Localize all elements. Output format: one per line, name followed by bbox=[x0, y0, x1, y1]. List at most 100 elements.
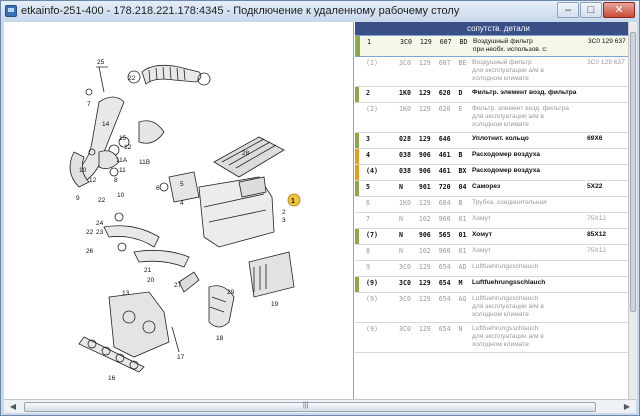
part-description-line: Хомут bbox=[472, 247, 491, 254]
window-controls: – □ ✕ bbox=[557, 2, 635, 18]
part-number: 3C0 129 654 AG bbox=[399, 295, 467, 303]
part-note: 75X12 bbox=[587, 215, 607, 222]
part-position: 9 bbox=[366, 263, 370, 271]
scroll-left-arrow-icon[interactable]: ◀ bbox=[6, 401, 20, 413]
diagram-label-13: 13 bbox=[122, 290, 130, 297]
part-description-line: для эксплуатации а/м в bbox=[472, 333, 544, 340]
part-position: 7 bbox=[366, 215, 370, 223]
diagram-label-14: 14 bbox=[102, 121, 110, 128]
row-status-marker bbox=[356, 36, 360, 56]
part-description-line: Расходомер воздуха bbox=[472, 151, 541, 158]
part-position: (7) bbox=[366, 231, 378, 239]
diagram-label-10b: 10 bbox=[117, 192, 125, 199]
part-number: 3C0 129 607 BE bbox=[399, 59, 467, 67]
parts-row[interactable]: 6 1K0 129 684 B Трубка, соединительная bbox=[355, 197, 631, 213]
diagram-label-22c: 22 bbox=[86, 229, 94, 236]
parts-row[interactable]: 7 N 102 960 01 Хомут 75X12 bbox=[355, 213, 631, 229]
part-note: 69X6 bbox=[587, 135, 603, 142]
part-description-line: при необх. использов. с: bbox=[473, 46, 548, 53]
callout-marker-label: 1 bbox=[291, 198, 295, 205]
diagram-label-11: 11 bbox=[119, 167, 126, 174]
diagram-label-16: 16 bbox=[108, 375, 116, 382]
part-number: N 906 565 01 bbox=[399, 231, 467, 239]
part-number: 3C0 129 607 BD bbox=[400, 38, 468, 46]
parts-row[interactable]: (9) 3C0 129 654 AG Luftfuehrungsschlauch дл… bbox=[355, 293, 631, 323]
scrollbar-grip: ||| bbox=[303, 402, 309, 409]
part-description: Расходомер воздуха bbox=[472, 167, 582, 175]
part-number: 3C0 129 654 N bbox=[399, 325, 463, 333]
part-description-line: холодном климате bbox=[472, 121, 529, 128]
parts-row[interactable]: 5 N 901 720 04 Саморез 5X22 bbox=[355, 181, 631, 197]
parts-table-rows: 1 3C0 129 607 BD Воздушный фильтр при необх… bbox=[355, 35, 631, 353]
diagram-label-29: 29 bbox=[227, 289, 235, 296]
part-description: Воздушный фильтр при необх. использов. с: bbox=[473, 38, 583, 54]
part-description-line: Уплотнит. кольцо bbox=[472, 135, 529, 142]
part-description-line: для эксплуатации а/м в bbox=[472, 303, 544, 310]
part-description: Расходомер воздуха bbox=[472, 151, 582, 159]
parts-row[interactable]: (9) 3C0 129 654 N Luftfuehrungsschlauch для… bbox=[355, 323, 631, 353]
diagram-label-26: 26 bbox=[86, 248, 94, 255]
remote-desktop-icon bbox=[5, 5, 17, 17]
parts-row[interactable]: 8 N 102 960 01 Хомут 75X12 bbox=[355, 245, 631, 261]
part-position: (2) bbox=[366, 105, 378, 113]
parts-row[interactable]: (7) N 906 565 01 Хомут 85X12 bbox=[355, 229, 631, 245]
part-description-line: Luftfuehrungsschlauch bbox=[472, 325, 539, 332]
diagram-label-2: 2 bbox=[282, 209, 286, 216]
part-description-line: Luftfuehrungsschlauch bbox=[472, 263, 539, 270]
part-position: 5 bbox=[366, 183, 370, 191]
diagram-label-10: 10 bbox=[79, 167, 87, 174]
part-description: Luftfuehrungsschlauch для эксплуатации а/… bbox=[472, 295, 582, 319]
diagram-label-23: 23 bbox=[96, 229, 104, 236]
diagram-label-27: 27 bbox=[174, 282, 182, 289]
part-description-line: Трубка, соединительная bbox=[472, 199, 547, 206]
parts-row[interactable]: (1) 3C0 129 607 BE Воздушный фильтр для экс… bbox=[355, 57, 631, 87]
minimize-button[interactable]: – bbox=[557, 2, 579, 18]
parts-diagram[interactable]: 25 22 7 14 15 12 11A 11B 10 12 11 8 9 22… bbox=[4, 22, 354, 399]
vertical-scrollbar[interactable] bbox=[628, 22, 637, 399]
parts-row[interactable]: 9 3C0 129 654 AD Luftfuehrungsschlauch bbox=[355, 261, 631, 277]
parts-row[interactable]: 2 1K0 129 620 D Фильтр. элемент возд. филь… bbox=[355, 87, 631, 103]
part-description-line: холодном климате bbox=[472, 75, 529, 82]
close-button[interactable]: ✕ bbox=[603, 2, 635, 18]
part-number: N 901 720 04 bbox=[399, 183, 467, 191]
diagram-label-24: 24 bbox=[96, 220, 104, 227]
part-number: 028 129 646 bbox=[399, 135, 451, 143]
part-description-line: Luftfuehrungsschlauch bbox=[472, 279, 546, 286]
part-description-line: Саморез bbox=[472, 183, 501, 190]
parts-row[interactable]: (9) 3C0 129 654 M Luftfuehrungsschlauch bbox=[355, 277, 631, 293]
part-position: 3 bbox=[366, 135, 370, 143]
horizontal-scrollbar-thumb[interactable] bbox=[24, 402, 596, 412]
part-note: 3C0 129 637 bbox=[588, 38, 626, 45]
part-number: 3C0 129 654 AD bbox=[399, 263, 467, 271]
part-description-line: Luftfuehrungsschlauch bbox=[472, 295, 539, 302]
part-description: Хомут bbox=[472, 247, 582, 255]
diagram-label-20: 20 bbox=[147, 277, 155, 284]
row-status-marker bbox=[355, 87, 359, 102]
part-description: Luftfuehrungsschlauch bbox=[472, 279, 582, 287]
part-description-line: Хомут bbox=[472, 215, 491, 222]
parts-row[interactable]: 1 3C0 129 607 BD Воздушный фильтр при необх… bbox=[355, 35, 631, 57]
remote-session-content: 25 22 7 14 15 12 11A 11B 10 12 11 8 9 22… bbox=[4, 22, 636, 399]
part-number: 038 906 461 BX bbox=[399, 167, 467, 175]
diagram-label-6: 6 bbox=[156, 185, 160, 192]
title-bar[interactable]: etkainfo-251-400 - 178.218.221.178:4345 … bbox=[1, 1, 639, 21]
part-description-line: для эксплуатации а/м в bbox=[472, 67, 544, 74]
part-position: 8 bbox=[366, 247, 370, 255]
diagram-label-8: 8 bbox=[114, 177, 118, 184]
part-position: (9) bbox=[366, 325, 378, 333]
part-number: 3C0 129 654 M bbox=[399, 279, 463, 287]
diagram-label-12: 12 bbox=[124, 144, 132, 151]
maximize-button[interactable]: □ bbox=[580, 2, 602, 18]
part-number: N 102 960 01 bbox=[399, 215, 467, 223]
row-status-marker bbox=[355, 277, 359, 292]
part-number: 1K0 129 620 D bbox=[399, 89, 463, 97]
parts-row[interactable]: (4) 038 906 461 BX Расходомер воздуха bbox=[355, 165, 631, 181]
part-description: Фильтр. элемент возд. фильтра для эксплуа… bbox=[472, 105, 582, 129]
vertical-scrollbar-thumb[interactable] bbox=[630, 32, 636, 312]
parts-row[interactable]: (2) 1K0 129 620 E Фильтр. элемент возд. фи… bbox=[355, 103, 631, 133]
parts-row[interactable]: 4 038 906 461 B Расходомер воздуха bbox=[355, 149, 631, 165]
parts-row[interactable]: 3 028 129 646 Уплотнит. кольцо 69X6 bbox=[355, 133, 631, 149]
horizontal-scrollbar[interactable]: ◀ ||| ▶ bbox=[4, 399, 636, 413]
scroll-right-arrow-icon[interactable]: ▶ bbox=[620, 401, 634, 413]
part-description-line: для эксплуатации а/м в bbox=[472, 113, 544, 120]
